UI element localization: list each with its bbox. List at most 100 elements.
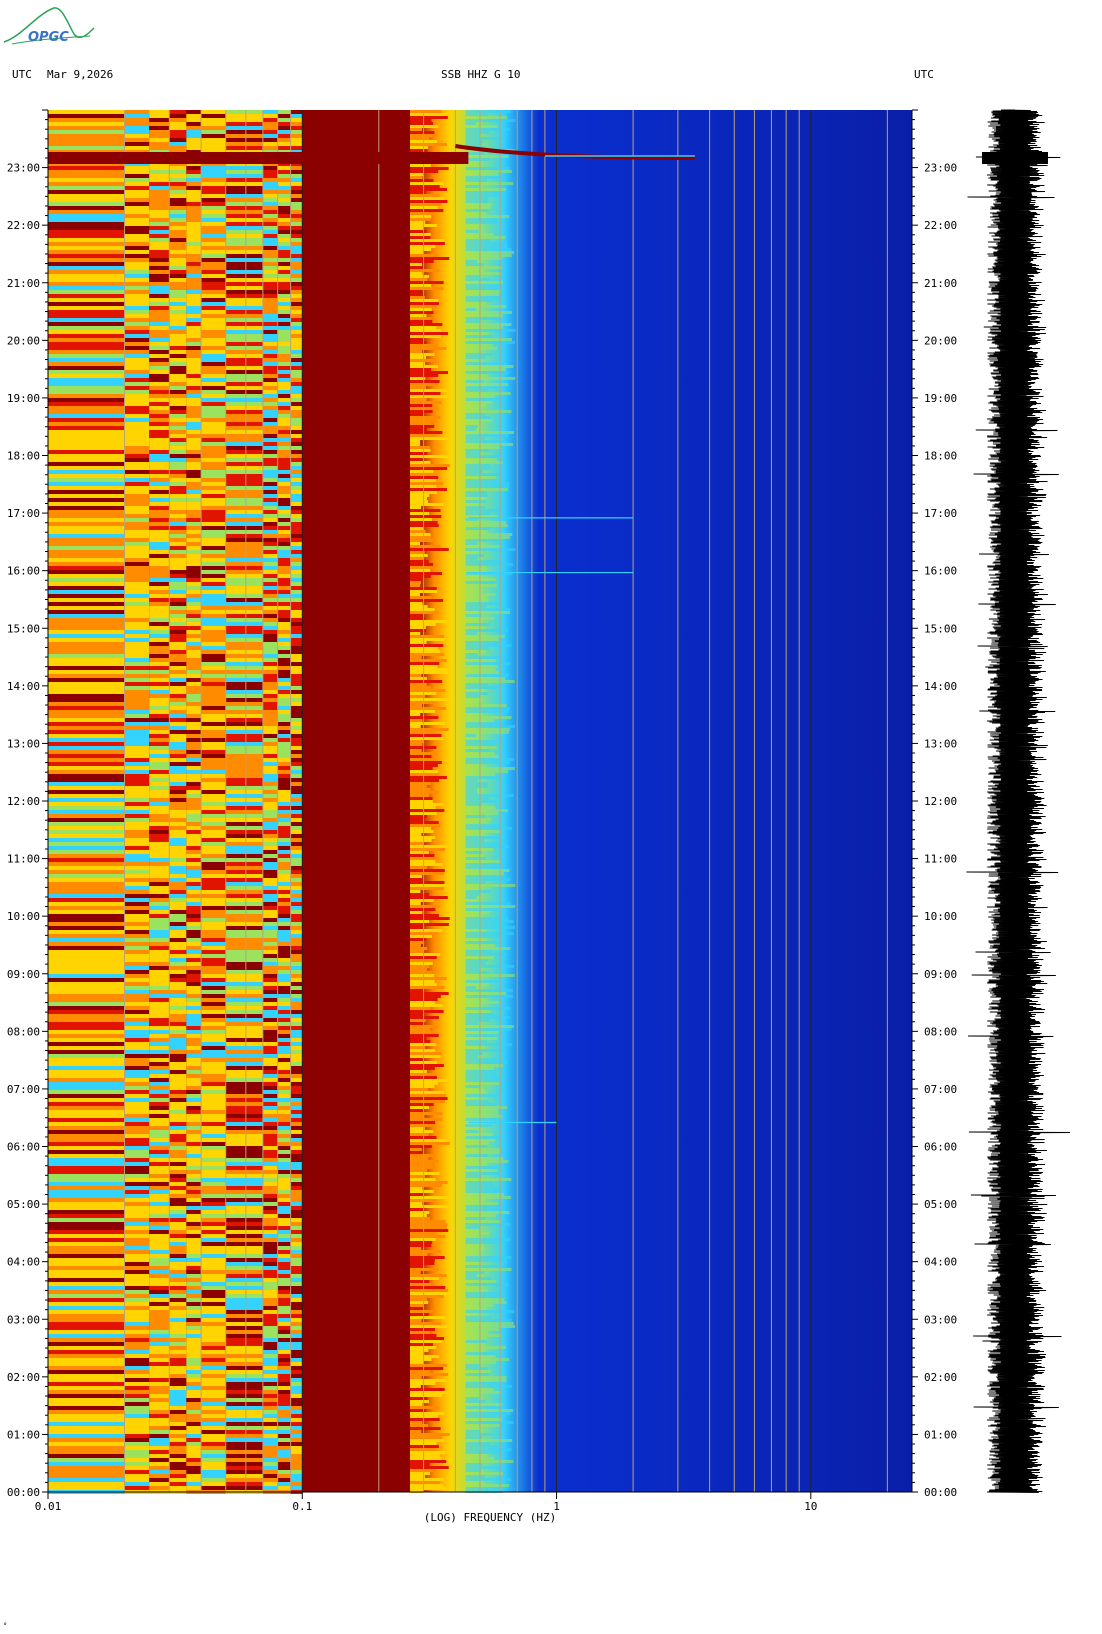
band-stripe — [124, 334, 150, 338]
band-stripe — [186, 1070, 202, 1074]
band-stripe — [225, 698, 263, 702]
band-stripe — [124, 826, 150, 830]
band-stripe — [225, 346, 263, 350]
transition-stripe — [409, 1466, 449, 1469]
band-stripe — [149, 658, 170, 662]
transition-stripe — [465, 569, 488, 572]
band-stripe — [186, 890, 202, 894]
transition-stripe — [465, 425, 478, 428]
band-stripe — [225, 1310, 263, 1314]
band-stripe — [186, 282, 202, 286]
band-stripe — [290, 1346, 303, 1350]
band-stripe — [124, 1230, 150, 1234]
band-stripe — [169, 902, 187, 906]
band-stripe — [262, 474, 278, 478]
band-stripe — [290, 210, 303, 214]
band-stripe — [48, 230, 125, 234]
band-stripe — [169, 814, 187, 818]
band-stripe — [169, 1110, 187, 1114]
band-stripe — [124, 698, 150, 702]
band-stripe — [277, 1094, 291, 1098]
band-stripe — [277, 658, 291, 662]
transition-stripe — [465, 1106, 508, 1109]
band-stripe — [186, 130, 202, 134]
band-stripe — [186, 1486, 202, 1490]
band-stripe — [169, 426, 187, 430]
band-stripe — [149, 450, 170, 454]
band-stripe — [225, 1058, 263, 1062]
band-stripe — [124, 566, 150, 570]
band-stripe — [277, 1434, 291, 1438]
band-stripe — [262, 1290, 278, 1294]
transition-stripe — [409, 1253, 428, 1256]
transition-stripe — [409, 1022, 424, 1025]
band-stripe — [290, 1078, 303, 1082]
band-stripe — [277, 594, 291, 598]
transition-stripe — [409, 236, 431, 239]
band-stripe — [225, 1250, 263, 1254]
band-stripe — [225, 342, 263, 346]
band-stripe — [225, 1030, 263, 1034]
band-stripe — [124, 390, 150, 394]
transition-stripe — [465, 209, 489, 212]
transition-stripe — [409, 311, 434, 314]
band-stripe — [225, 538, 263, 542]
band-stripe — [277, 954, 291, 958]
band-stripe — [277, 478, 291, 482]
band-stripe — [48, 1318, 125, 1322]
transition-stripe — [465, 1469, 482, 1472]
band-stripe — [262, 546, 278, 550]
band-stripe — [201, 522, 226, 526]
band-stripe — [149, 510, 170, 514]
transition-stripe — [409, 893, 430, 896]
band-stripe — [149, 270, 170, 274]
band-stripe — [169, 274, 187, 278]
transition-stripe — [465, 353, 493, 356]
band-stripe — [225, 606, 263, 610]
band-stripe — [262, 314, 278, 318]
event-band — [48, 151, 469, 164]
band-stripe — [262, 974, 278, 978]
band-stripe — [290, 258, 303, 262]
band-stripe — [225, 550, 263, 554]
band-stripe — [186, 1294, 202, 1298]
transition-stripe — [409, 926, 422, 929]
band-stripe — [169, 950, 187, 954]
band-stripe — [149, 330, 170, 334]
transition-stripe — [409, 1052, 442, 1055]
band-stripe — [186, 502, 202, 506]
band-stripe — [225, 194, 263, 198]
band-stripe — [201, 1438, 226, 1442]
transition-stripe — [409, 716, 439, 719]
transition-stripe — [465, 1124, 493, 1127]
band-stripe — [277, 1026, 291, 1030]
band-stripe — [262, 574, 278, 578]
band-stripe — [277, 1470, 291, 1474]
band-stripe — [149, 422, 170, 426]
band-stripe — [169, 294, 187, 298]
band-stripe — [169, 258, 187, 262]
band-stripe — [262, 1310, 278, 1314]
band-stripe — [225, 526, 263, 530]
band-stripe — [124, 910, 150, 914]
band-stripe — [201, 382, 226, 386]
band-stripe — [290, 1226, 303, 1230]
transition-stripe — [465, 1073, 497, 1076]
band-stripe — [48, 206, 125, 210]
band-stripe — [48, 430, 125, 434]
band-stripe — [48, 938, 125, 942]
band-stripe — [225, 1182, 263, 1186]
band-stripe — [149, 630, 170, 634]
band-stripe — [262, 666, 278, 670]
band-stripe — [124, 1458, 150, 1462]
band-stripe — [262, 450, 278, 454]
band-stripe — [186, 510, 202, 514]
band-stripe — [201, 1266, 226, 1270]
band-stripe — [186, 534, 202, 538]
transition-stripe — [465, 947, 511, 950]
band-stripe — [48, 1442, 125, 1446]
band-stripe — [149, 1242, 170, 1246]
band-stripe — [290, 1010, 303, 1014]
band-stripe — [48, 1022, 125, 1026]
band-stripe — [169, 962, 187, 966]
